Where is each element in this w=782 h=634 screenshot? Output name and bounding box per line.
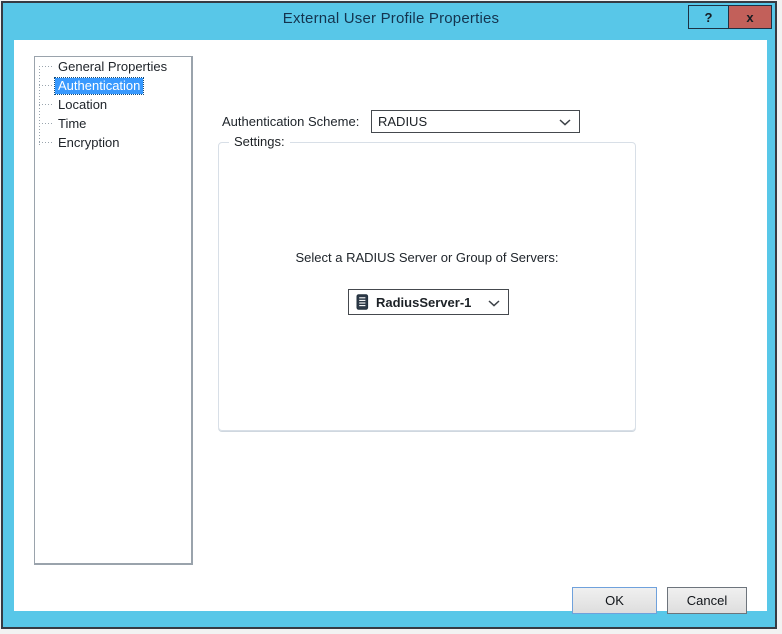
profile-sections-tree: General Properties Authentication Locati… [34,56,193,565]
tree-item-label: Encryption [55,135,122,151]
tree-item-time[interactable]: Time [35,114,191,133]
tree-item-general-properties[interactable]: General Properties [35,57,191,76]
tree-item-location[interactable]: Location [35,95,191,114]
chevron-down-icon [559,114,571,129]
question-mark-icon: ? [705,10,713,25]
tree-item-encryption[interactable]: Encryption [35,133,191,152]
auth-scheme-value: RADIUS [378,114,427,129]
external-user-profile-dialog: External User Profile Properties ? x Gen… [0,0,782,634]
window-title: External User Profile Properties [0,10,782,27]
radius-server-prompt: Select a RADIUS Server or Group of Serve… [219,250,635,265]
close-icon: x [746,10,753,25]
tree-item-label: Location [55,97,110,113]
tree-item-label: Authentication [55,78,143,94]
radius-server-select[interactable]: RadiusServer-1 [348,289,509,315]
tree-item-label: General Properties [55,59,170,75]
auth-scheme-select[interactable]: RADIUS [371,110,580,133]
settings-groupbox: Settings: Select a RADIUS Server or Grou… [218,142,636,431]
tree-item-authentication[interactable]: Authentication [35,76,191,95]
settings-group-label: Settings: [229,134,290,149]
server-list-icon [356,294,369,310]
radius-server-value: RadiusServer-1 [376,295,471,310]
tree-item-label: Time [55,116,89,132]
dialog-body: General Properties Authentication Locati… [14,40,767,611]
auth-scheme-label: Authentication Scheme: [222,114,359,129]
close-button[interactable]: x [728,5,772,29]
chevron-down-icon [488,295,500,310]
ok-button[interactable]: OK [572,587,657,614]
cancel-button[interactable]: Cancel [667,587,747,614]
help-button[interactable]: ? [688,5,729,29]
